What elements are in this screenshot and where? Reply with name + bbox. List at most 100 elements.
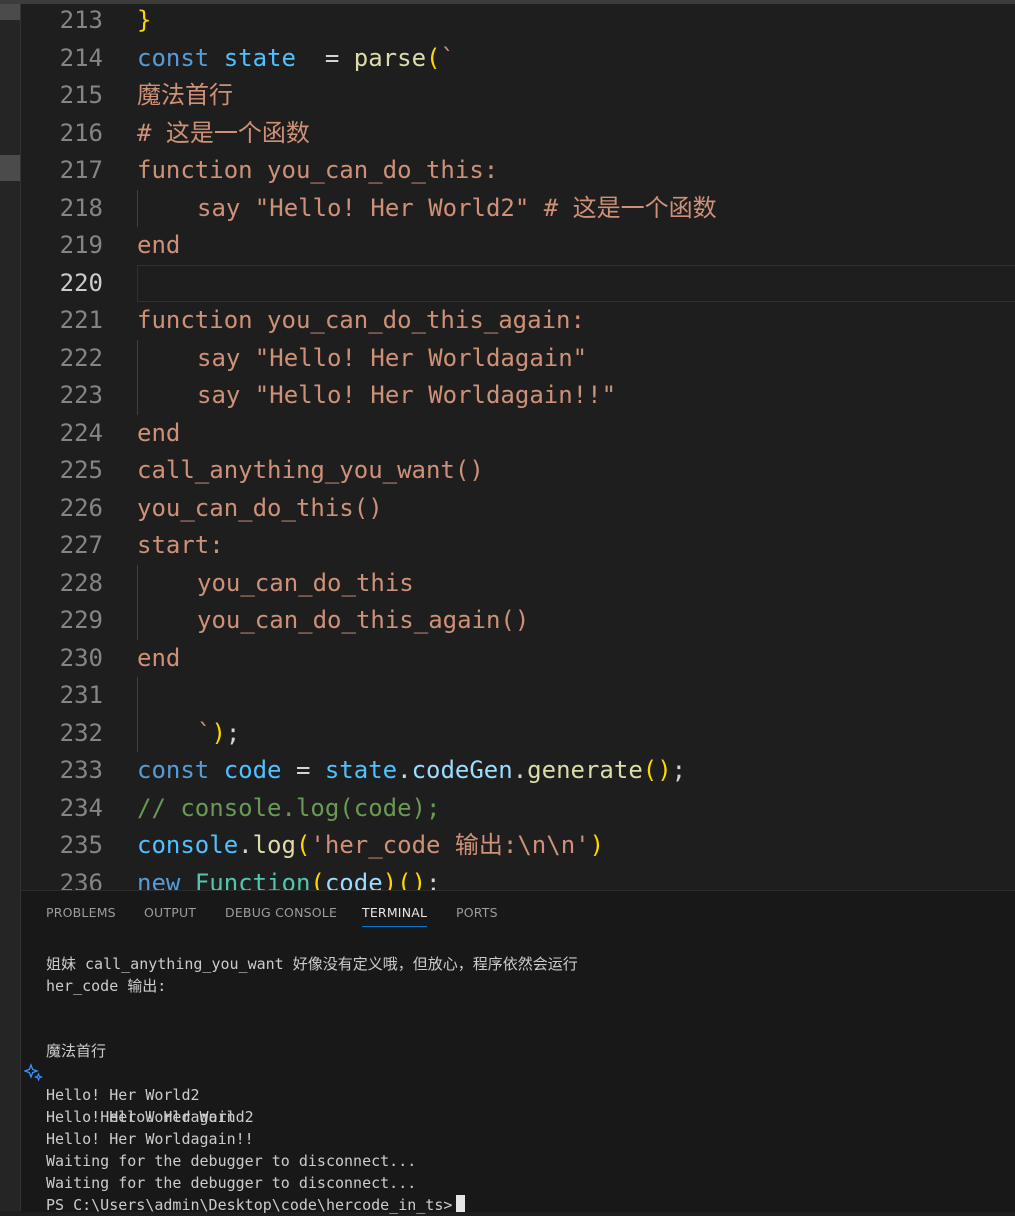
line-number: 231 xyxy=(59,681,103,709)
code-editor[interactable]: 213 } 214 const state = parse(` 215 魔法首行… xyxy=(21,4,1015,890)
line-content: say "Hello! Her World2" # 这是一个函数 xyxy=(197,190,717,228)
code-line[interactable]: 232 `); xyxy=(21,714,1015,753)
line-number: 233 xyxy=(59,756,103,784)
code-line[interactable]: 229 you_can_do_this_again() xyxy=(21,602,1015,640)
line-content: you_can_do_this xyxy=(197,565,414,603)
token: 'her_code 输出:\n\n' xyxy=(310,831,590,859)
line-number: 219 xyxy=(59,231,103,259)
terminal-line: 魔法首行 xyxy=(46,1042,107,1060)
line-content: function you_can_do_this_again: xyxy=(137,302,585,340)
token: log xyxy=(252,831,296,859)
token: ; xyxy=(671,756,687,784)
line-number: 222 xyxy=(59,343,103,372)
token: ( xyxy=(310,868,325,891)
sparkle-icon[interactable] xyxy=(24,1063,44,1083)
token: parse xyxy=(353,43,427,72)
line-content: const state = parse(` xyxy=(137,40,455,78)
line-number: 235 xyxy=(59,831,103,859)
terminal-line: Waiting for the debugger to disconnect..… xyxy=(46,1152,417,1170)
token: // console.log(code); xyxy=(137,793,441,822)
code-line[interactable]: 223 say "Hello! Her Worldagain!!" xyxy=(21,377,1015,415)
activity-bar xyxy=(0,4,21,1211)
line-number: 228 xyxy=(59,568,103,597)
code-line[interactable]: 216 # 这是一个函数 xyxy=(21,115,1015,153)
code-line-current[interactable]: 220 xyxy=(21,264,1015,303)
code-line[interactable]: 217 function you_can_do_this: xyxy=(21,152,1015,190)
code-line[interactable]: 222 say "Hello! Her Worldagain" xyxy=(21,339,1015,378)
code-line[interactable]: 236 new Function(code)(); xyxy=(21,865,1015,891)
code-line[interactable]: 224 end xyxy=(21,415,1015,453)
line-content: // console.log(code); xyxy=(137,790,440,828)
line-number: 220 xyxy=(59,268,103,297)
terminal-line: Hello! Her World2 xyxy=(24,1062,254,1126)
code-line[interactable]: 235 console.log('her_code 输出:\n\n') xyxy=(21,827,1015,865)
code-line[interactable]: 227 start: xyxy=(21,527,1015,565)
token: you_can_do_this_again() xyxy=(197,606,530,634)
token: call_anything_you_want() xyxy=(137,456,484,484)
line-content: # 这是一个函数 xyxy=(137,115,310,153)
tab-problems[interactable]: PROBLEMS xyxy=(46,905,116,920)
token: start: xyxy=(137,531,224,559)
terminal-cursor xyxy=(456,1195,466,1212)
code-line[interactable]: 233 const code = state.codeGen.generate(… xyxy=(21,752,1015,790)
token: end xyxy=(137,231,181,259)
indent-guide xyxy=(137,377,138,415)
line-content: say "Hello! Her Worldagain" xyxy=(197,340,587,378)
line-number: 218 xyxy=(59,193,103,222)
code-line[interactable]: 228 you_can_do_this xyxy=(21,564,1015,603)
code-line[interactable]: 234 // console.log(code); xyxy=(21,790,1015,828)
terminal-line: her_code 输出: xyxy=(46,977,167,995)
line-number: 224 xyxy=(59,418,103,447)
code-line[interactable]: 231 xyxy=(21,677,1015,715)
line-content: } xyxy=(137,4,151,40)
token: . xyxy=(512,756,528,784)
line-number: 234 xyxy=(59,793,103,822)
token: say "Hello! Her World2" # 这是一个函数 xyxy=(197,193,717,222)
code-line[interactable]: 215 魔法首行 xyxy=(21,77,1015,115)
token: function you_can_do_this_again: xyxy=(137,306,585,334)
code-line[interactable]: 226 you_can_do_this() xyxy=(21,490,1015,528)
code-line[interactable]: 214 const state = parse(` xyxy=(21,40,1015,78)
line-number: 229 xyxy=(59,606,103,634)
token: . xyxy=(397,756,412,784)
tab-debug-console[interactable]: DEBUG CONSOLE xyxy=(225,905,337,920)
token: function you_can_do_this: xyxy=(137,156,499,184)
token: end xyxy=(137,418,181,447)
token: ( xyxy=(397,868,412,891)
line-content: you_can_do_this_again() xyxy=(197,602,529,640)
terminal-line: Hello! Her Worldagain xyxy=(46,1108,236,1126)
activity-bar-item[interactable] xyxy=(0,4,20,20)
code-line[interactable]: 230 end xyxy=(21,640,1015,678)
code-line[interactable]: 221 function you_can_do_this_again: xyxy=(21,302,1015,340)
line-number: 217 xyxy=(59,156,103,184)
token: console xyxy=(137,831,239,859)
token: ( xyxy=(295,831,311,859)
indent-guide xyxy=(137,189,138,227)
line-number: 236 xyxy=(59,868,103,891)
code-line[interactable]: 218 say "Hello! Her World2" # 这是一个函数 xyxy=(21,189,1015,228)
line-content: `); xyxy=(197,715,240,753)
line-number: 223 xyxy=(59,381,103,409)
prompt-text: PS C:\Users\admin\Desktop\code\hercode_i… xyxy=(46,1196,453,1214)
code-line[interactable]: 225 call_anything_you_want() xyxy=(21,452,1015,490)
indent-guide xyxy=(137,714,138,752)
tab-terminal[interactable]: TERMINAL xyxy=(362,905,428,927)
line-number: 225 xyxy=(59,456,103,484)
line-content: end xyxy=(137,415,180,453)
line-number: 221 xyxy=(59,306,103,334)
token: 魔法首行 xyxy=(137,81,233,109)
token: codeGen xyxy=(411,756,513,784)
tab-output[interactable]: OUTPUT xyxy=(144,905,196,920)
activity-bar-item-active[interactable] xyxy=(0,155,20,181)
line-number: 215 xyxy=(59,81,103,109)
token: ) xyxy=(657,756,672,784)
code-line[interactable]: 213 } xyxy=(21,4,1015,40)
token: new xyxy=(137,868,181,891)
terminal-prompt[interactable]: PS C:\Users\admin\Desktop\code\hercode_i… xyxy=(46,1194,466,1216)
line-content: 魔法首行 xyxy=(137,77,233,115)
terminal-line: Hello! Her Worldagain!! xyxy=(46,1130,254,1148)
code-line[interactable]: 219 end xyxy=(21,227,1015,265)
tab-ports[interactable]: PORTS xyxy=(456,905,498,920)
line-content: end xyxy=(137,227,180,265)
token: code xyxy=(223,756,282,784)
